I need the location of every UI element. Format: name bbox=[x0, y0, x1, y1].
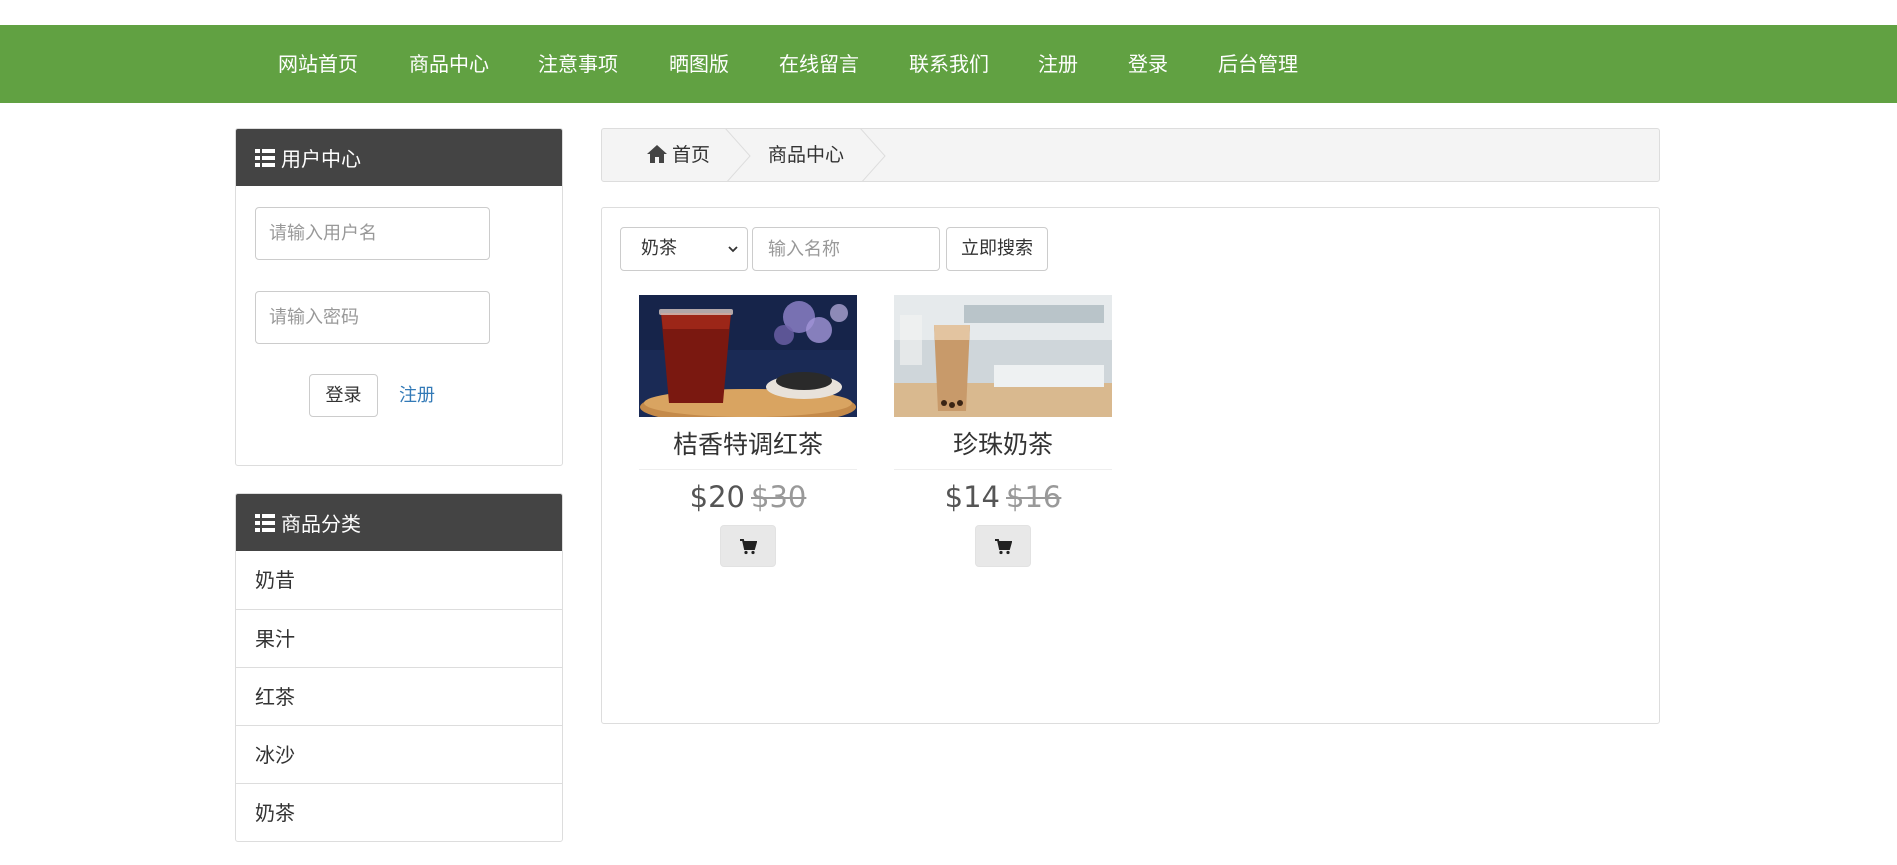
original-price: $16 bbox=[1006, 480, 1062, 514]
password-input[interactable] bbox=[255, 291, 490, 344]
product-image[interactable] bbox=[639, 295, 857, 417]
breadcrumb-separator bbox=[725, 129, 751, 181]
breadcrumb: 首页 商品中心 bbox=[601, 128, 1660, 182]
product-name[interactable]: 珍珠奶茶 bbox=[894, 427, 1112, 470]
user-center-panel: 用户中心 登录 注册 bbox=[235, 128, 563, 466]
add-to-cart-button[interactable] bbox=[975, 525, 1031, 567]
chevron-down-icon bbox=[728, 246, 738, 253]
current-price: $20 bbox=[689, 480, 745, 514]
category-list: 奶昔 果汁 红茶 冰沙 奶茶 bbox=[236, 551, 562, 841]
product-name[interactable]: 桔香特调红茶 bbox=[639, 427, 857, 470]
category-select-value: 奶茶 bbox=[641, 238, 677, 259]
nav-item-gallery[interactable]: 晒图版 bbox=[669, 25, 729, 103]
username-input[interactable] bbox=[255, 207, 490, 260]
search-button[interactable]: 立即搜索 bbox=[946, 227, 1048, 271]
product-card: 桔香特调红茶 $20 $30 bbox=[639, 295, 857, 567]
category-select[interactable]: 奶茶 bbox=[620, 227, 748, 271]
list-icon bbox=[255, 513, 275, 532]
product-price: $14 $16 bbox=[894, 480, 1112, 514]
top-nav: 网站首页 商品中心 注意事项 晒图版 在线留言 联系我们 注册 登录 后台管理 bbox=[0, 25, 1897, 103]
product-image[interactable] bbox=[894, 295, 1112, 417]
category-item[interactable]: 果汁 bbox=[236, 609, 562, 667]
nav-item-contact[interactable]: 联系我们 bbox=[909, 25, 989, 103]
list-icon bbox=[255, 148, 275, 167]
nav-item-home[interactable]: 网站首页 bbox=[278, 25, 358, 103]
product-content: 奶茶 立即搜索 桔香特调红茶 $20$30 bbox=[601, 207, 1660, 724]
home-icon bbox=[647, 145, 667, 163]
user-center-header: 用户中心 bbox=[236, 129, 562, 186]
current-price: $14 bbox=[944, 480, 1000, 514]
add-to-cart-button[interactable] bbox=[720, 525, 776, 567]
login-button[interactable]: 登录 bbox=[309, 374, 378, 417]
nav-item-admin[interactable]: 后台管理 bbox=[1218, 25, 1298, 103]
category-item[interactable]: 红茶 bbox=[236, 667, 562, 725]
breadcrumb-current: 商品中心 bbox=[768, 144, 845, 166]
original-price: $30 bbox=[751, 480, 807, 514]
nav-item-register[interactable]: 注册 bbox=[1038, 25, 1078, 103]
product-price: $20 $30 bbox=[639, 480, 857, 514]
category-header: 商品分类 bbox=[236, 494, 562, 551]
category-title: 商品分类 bbox=[281, 512, 361, 536]
user-center-title: 用户中心 bbox=[281, 147, 361, 171]
category-item[interactable]: 奶昔 bbox=[236, 551, 562, 609]
breadcrumb-home[interactable]: 首页 bbox=[672, 129, 710, 181]
category-item[interactable]: 冰沙 bbox=[236, 725, 562, 783]
register-link[interactable]: 注册 bbox=[399, 374, 435, 417]
product-card: 珍珠奶茶 $14 $16 bbox=[894, 295, 1112, 567]
category-item[interactable]: 奶茶 bbox=[236, 783, 562, 841]
search-input[interactable] bbox=[752, 227, 940, 271]
nav-item-messages[interactable]: 在线留言 bbox=[779, 25, 859, 103]
nav-item-login[interactable]: 登录 bbox=[1128, 25, 1168, 103]
cart-icon bbox=[995, 539, 1012, 555]
category-panel: 商品分类 奶昔 果汁 红茶 冰沙 奶茶 bbox=[235, 493, 563, 842]
cart-icon bbox=[740, 539, 757, 555]
breadcrumb-separator bbox=[860, 129, 886, 181]
nav-item-notes[interactable]: 注意事项 bbox=[538, 25, 618, 103]
nav-item-products[interactable]: 商品中心 bbox=[409, 25, 489, 103]
